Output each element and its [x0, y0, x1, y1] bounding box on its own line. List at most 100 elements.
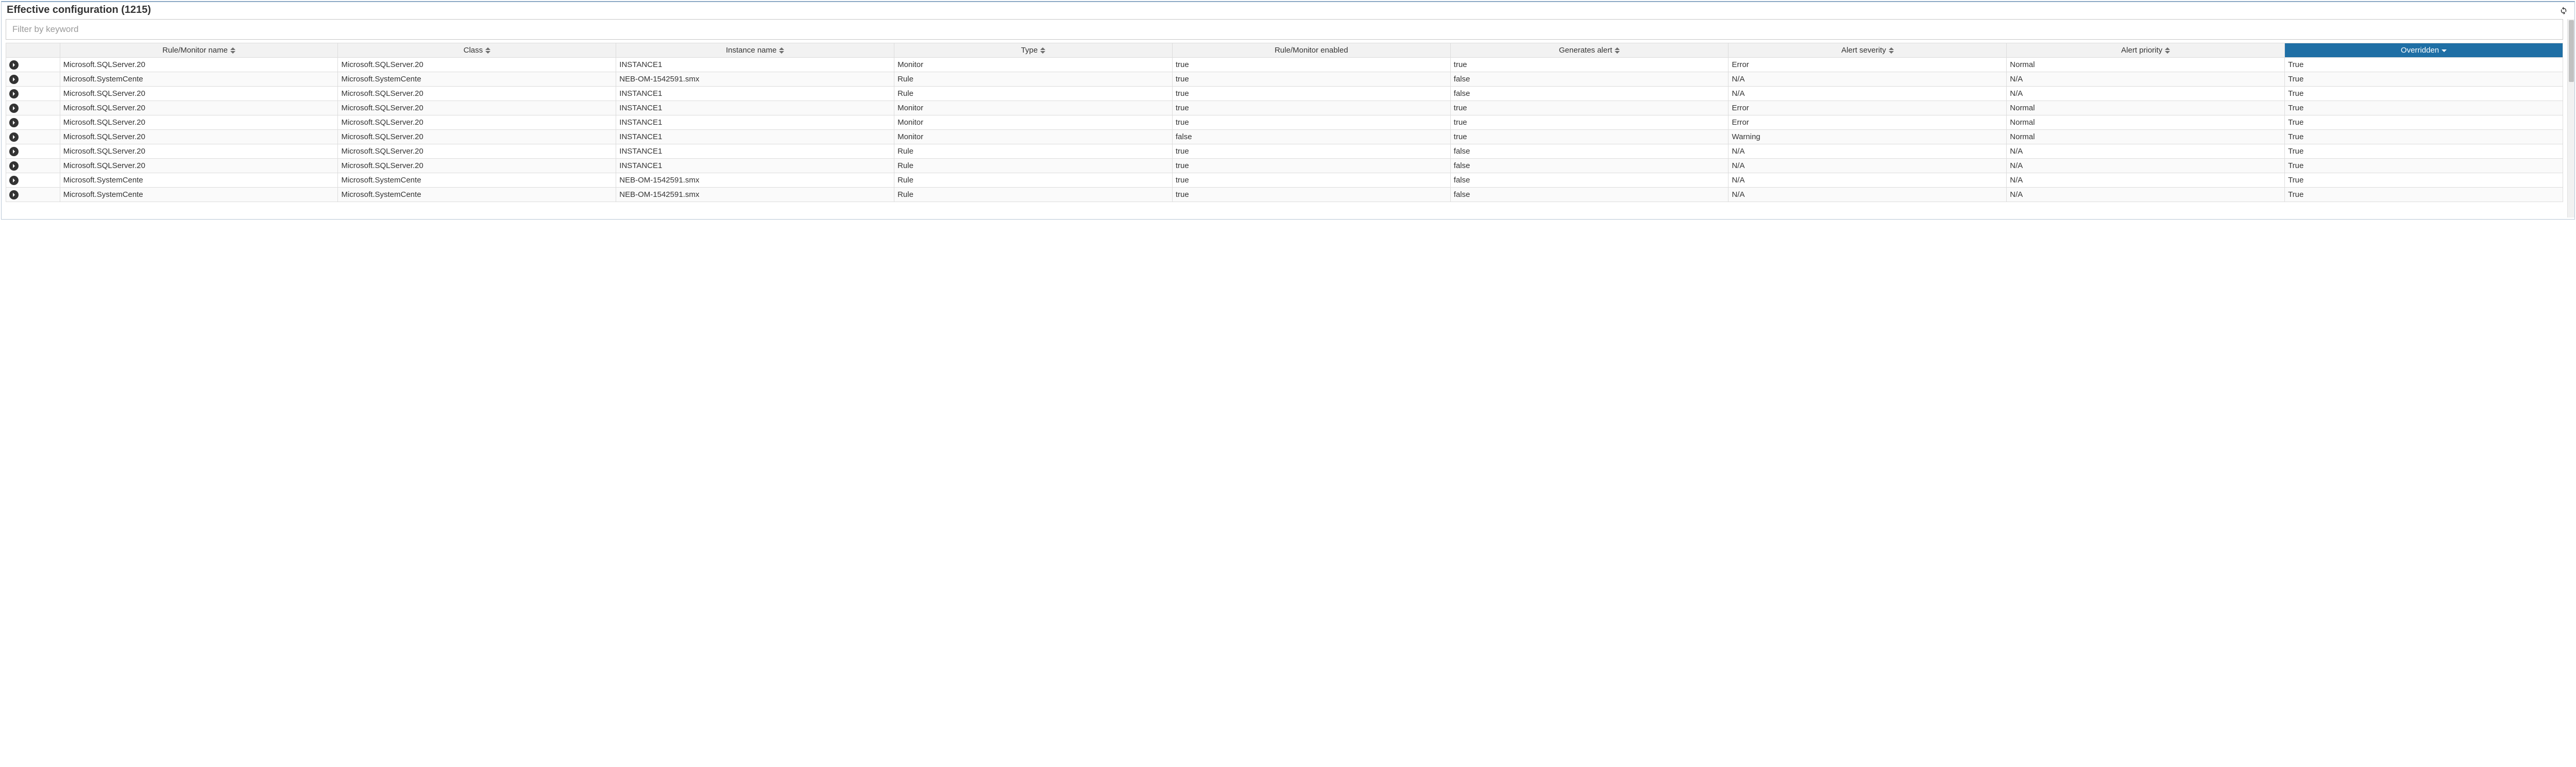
chevron-right-icon[interactable]	[9, 161, 19, 171]
cell-type: Rule	[894, 173, 1173, 188]
sort-icon	[1040, 47, 1045, 54]
cell-class: Microsoft.SQLServer.20	[338, 58, 616, 72]
col-instance[interactable]: Instance name	[616, 43, 894, 58]
cell-generates-alert: false	[1450, 173, 1728, 188]
col-name-label: Rule/Monitor name	[162, 46, 228, 55]
config-table: Rule/Monitor name Class Instance name Ty…	[6, 43, 2563, 202]
cell-overridden: True	[2285, 115, 2563, 130]
cell-overridden: True	[2285, 188, 2563, 202]
chevron-right-icon[interactable]	[9, 60, 19, 70]
col-type-label: Type	[1021, 46, 1038, 55]
expand-cell[interactable]	[6, 115, 60, 130]
table-row[interactable]: Microsoft.SQLServer.20Microsoft.SQLServe…	[6, 144, 2563, 159]
cell-priority: N/A	[2007, 144, 2285, 159]
cell-type: Rule	[894, 87, 1173, 101]
sort-icon	[230, 47, 235, 54]
col-priority[interactable]: Alert priority	[2007, 43, 2285, 58]
cell-type: Monitor	[894, 58, 1173, 72]
chevron-right-icon[interactable]	[9, 176, 19, 185]
refresh-button[interactable]	[2558, 5, 2569, 16]
cell-type: Monitor	[894, 130, 1173, 144]
table-row[interactable]: Microsoft.SQLServer.20Microsoft.SQLServe…	[6, 159, 2563, 173]
cell-type: Rule	[894, 188, 1173, 202]
cell-class: Microsoft.SQLServer.20	[338, 87, 616, 101]
expand-cell[interactable]	[6, 159, 60, 173]
cell-name: Microsoft.SystemCente	[60, 188, 338, 202]
expand-cell[interactable]	[6, 173, 60, 188]
cell-priority: Normal	[2007, 58, 2285, 72]
expand-cell[interactable]	[6, 101, 60, 115]
scrollbar[interactable]	[2567, 19, 2574, 218]
cell-name: Microsoft.SQLServer.20	[60, 130, 338, 144]
chevron-right-icon[interactable]	[9, 118, 19, 127]
chevron-right-icon[interactable]	[9, 147, 19, 156]
table-row[interactable]: Microsoft.SQLServer.20Microsoft.SQLServe…	[6, 115, 2563, 130]
col-name[interactable]: Rule/Monitor name	[60, 43, 338, 58]
expand-cell[interactable]	[6, 58, 60, 72]
expand-cell[interactable]	[6, 188, 60, 202]
col-generates-alert[interactable]: Generates alert	[1450, 43, 1728, 58]
expand-cell[interactable]	[6, 87, 60, 101]
cell-overridden: True	[2285, 173, 2563, 188]
cell-name: Microsoft.SQLServer.20	[60, 159, 338, 173]
sort-icon	[1615, 47, 1620, 54]
filter-input[interactable]	[6, 19, 2563, 40]
col-type[interactable]: Type	[894, 43, 1173, 58]
chevron-right-icon[interactable]	[9, 132, 19, 142]
expand-cell[interactable]	[6, 72, 60, 87]
cell-instance: INSTANCE1	[616, 159, 894, 173]
cell-priority: N/A	[2007, 173, 2285, 188]
cell-enabled: true	[1172, 144, 1450, 159]
scrollbar-thumb[interactable]	[2569, 20, 2574, 82]
expand-cell[interactable]	[6, 144, 60, 159]
cell-generates-alert: true	[1450, 115, 1728, 130]
table-row[interactable]: Microsoft.SQLServer.20Microsoft.SQLServe…	[6, 87, 2563, 101]
cell-priority: Normal	[2007, 130, 2285, 144]
col-instance-label: Instance name	[726, 46, 776, 55]
col-enabled[interactable]: Rule/Monitor enabled	[1172, 43, 1450, 58]
cell-class: Microsoft.SystemCente	[338, 72, 616, 87]
cell-class: Microsoft.SQLServer.20	[338, 144, 616, 159]
col-class[interactable]: Class	[338, 43, 616, 58]
table-row[interactable]: Microsoft.SystemCenteMicrosoft.SystemCen…	[6, 173, 2563, 188]
col-class-label: Class	[464, 46, 483, 55]
table-row[interactable]: Microsoft.SystemCenteMicrosoft.SystemCen…	[6, 188, 2563, 202]
cell-instance: INSTANCE1	[616, 130, 894, 144]
cell-overridden: True	[2285, 87, 2563, 101]
col-severity[interactable]: Alert severity	[1728, 43, 2007, 58]
cell-name: Microsoft.SQLServer.20	[60, 115, 338, 130]
chevron-right-icon[interactable]	[9, 89, 19, 98]
col-overridden[interactable]: Overridden	[2285, 43, 2563, 58]
cell-name: Microsoft.SystemCente	[60, 173, 338, 188]
cell-name: Microsoft.SQLServer.20	[60, 58, 338, 72]
panel-content: Rule/Monitor name Class Instance name Ty…	[2, 19, 2567, 218]
sort-icon	[2165, 47, 2170, 54]
table-row[interactable]: Microsoft.SQLServer.20Microsoft.SQLServe…	[6, 58, 2563, 72]
cell-instance: INSTANCE1	[616, 87, 894, 101]
expand-cell[interactable]	[6, 130, 60, 144]
cell-severity: Error	[1728, 58, 2007, 72]
cell-enabled: true	[1172, 58, 1450, 72]
cell-severity: N/A	[1728, 72, 2007, 87]
cell-severity: N/A	[1728, 144, 2007, 159]
cell-enabled: true	[1172, 101, 1450, 115]
sort-icon	[779, 47, 784, 54]
col-overridden-label: Overridden	[2401, 46, 2439, 55]
cell-generates-alert: false	[1450, 188, 1728, 202]
cell-generates-alert: false	[1450, 159, 1728, 173]
table-row[interactable]: Microsoft.SQLServer.20Microsoft.SQLServe…	[6, 101, 2563, 115]
cell-generates-alert: false	[1450, 144, 1728, 159]
cell-enabled: true	[1172, 72, 1450, 87]
table-row[interactable]: Microsoft.SQLServer.20Microsoft.SQLServe…	[6, 130, 2563, 144]
col-generates-alert-label: Generates alert	[1559, 46, 1612, 55]
chevron-right-icon[interactable]	[9, 75, 19, 84]
sort-icon	[485, 47, 490, 54]
chevron-right-icon[interactable]	[9, 104, 19, 113]
panel-header: Effective configuration (1215)	[2, 2, 2574, 19]
chevron-right-icon[interactable]	[9, 190, 19, 199]
cell-severity: Error	[1728, 101, 2007, 115]
cell-name: Microsoft.SQLServer.20	[60, 87, 338, 101]
table-row[interactable]: Microsoft.SystemCenteMicrosoft.SystemCen…	[6, 72, 2563, 87]
cell-enabled: true	[1172, 87, 1450, 101]
cell-class: Microsoft.SystemCente	[338, 173, 616, 188]
